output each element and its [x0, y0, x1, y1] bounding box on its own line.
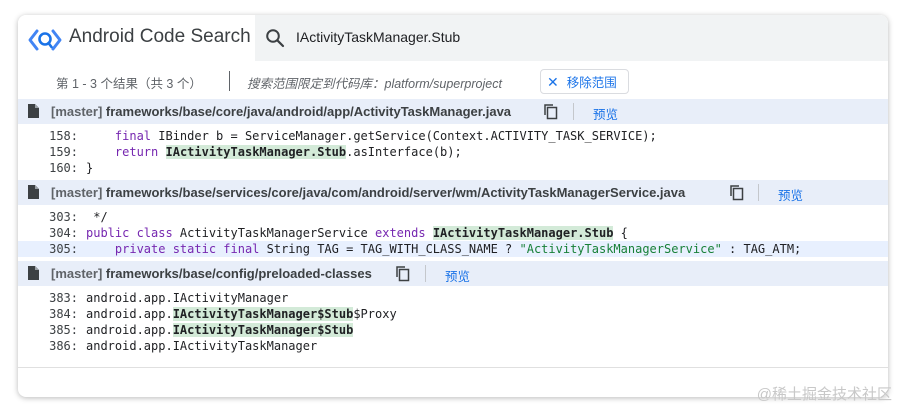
divider	[18, 367, 888, 368]
line-number[interactable]: 384:	[18, 306, 86, 322]
branch-label: [master]	[51, 185, 103, 200]
copy-icon[interactable]	[729, 184, 745, 201]
file-header: [master] frameworks/base/config/preloade…	[18, 261, 888, 286]
clear-scope-label: 移除范围	[566, 76, 617, 90]
app-window: Android Code Search IActivityTaskManager…	[18, 15, 888, 397]
search-icon[interactable]	[265, 28, 285, 48]
code-line[interactable]: 385: android.app.IActivityTaskManager$Stu…	[18, 322, 888, 338]
divider	[229, 71, 230, 91]
clear-scope-button[interactable]: ✕ 移除范围	[540, 69, 629, 94]
file-icon	[28, 185, 39, 199]
line-number[interactable]: 159:	[18, 144, 86, 160]
code-token: $Proxy	[353, 307, 397, 321]
code-line[interactable]: 384: android.app.IActivityTaskManager$Stu…	[18, 306, 888, 322]
results-bar: 第 1 - 3 个结果（共 3 个） 搜索范围限定到代码库：platform/s…	[18, 65, 888, 99]
line-number[interactable]: 158:	[18, 128, 86, 144]
code-token: .asInterface(b);	[346, 145, 462, 159]
file-header: [master] frameworks/base/core/java/andro…	[18, 99, 888, 124]
app-title[interactable]: Android Code Search	[69, 26, 251, 48]
code-snippet: 303: */304: public class ActivityTaskMana…	[18, 205, 888, 261]
code-line[interactable]: 304: public class ActivityTaskManagerServ…	[18, 225, 888, 241]
file-path-link[interactable]: [master] frameworks/base/core/java/andro…	[51, 104, 511, 119]
code-token: */	[86, 210, 108, 224]
logo[interactable]	[28, 27, 62, 53]
code-snippet: 158: final IBinder b = ServiceManager.ge…	[18, 124, 888, 180]
line-number[interactable]: 305:	[18, 241, 86, 257]
code-token: android.app.IActivityTaskManager	[86, 339, 318, 353]
code-line[interactable]: 383: android.app.IActivityManager	[18, 290, 888, 306]
code-token: }	[86, 161, 94, 175]
scope-text: 搜索范围限定到代码库：platform/superproject	[247, 77, 502, 91]
file-path[interactable]: frameworks/base/services/core/java/com/a…	[106, 185, 685, 200]
file-path-link[interactable]: [master] frameworks/base/config/preloade…	[51, 266, 372, 281]
code-token: final	[114, 129, 152, 143]
preview-link[interactable]: 预览	[445, 266, 470, 285]
code-snippet: 383: android.app.IActivityManager 384: andr…	[18, 286, 888, 358]
code-line[interactable]: 303: */	[18, 209, 888, 225]
code-token: public class	[86, 226, 173, 240]
search-match: IActivityTaskManager$Stub	[172, 323, 354, 337]
code-line[interactable]: 159: return IActivityTaskManager.Stub.as…	[18, 144, 888, 160]
code-token: android.app.	[86, 307, 173, 321]
search-box[interactable]: IActivityTaskManager.Stub	[255, 15, 888, 61]
branch-label: [master]	[51, 266, 103, 281]
file-path-link[interactable]: [master] frameworks/base/services/core/j…	[51, 185, 685, 200]
copy-icon[interactable]	[543, 103, 559, 120]
results-list: [master] frameworks/base/core/java/andro…	[18, 99, 888, 358]
line-number[interactable]: 386:	[18, 338, 86, 354]
watermark: @稀土掘金技术社区	[756, 386, 892, 403]
code-token: android.app.	[86, 323, 173, 337]
line-number[interactable]: 160:	[18, 160, 86, 176]
code-search-logo-icon	[28, 29, 62, 51]
code-token: IBinder b = ServiceManager.getService(Co…	[151, 129, 657, 143]
code-token: : TAG_ATM;	[721, 242, 802, 256]
copy-icon[interactable]	[395, 265, 411, 282]
code-token: "ActivityTaskManagerService"	[519, 242, 722, 256]
top-bar: Android Code Search IActivityTaskManager…	[18, 15, 888, 65]
branch-label: [master]	[51, 104, 103, 119]
file-path[interactable]: frameworks/base/core/java/android/app/Ac…	[106, 104, 511, 119]
line-number[interactable]: 383:	[18, 290, 86, 306]
search-match: IActivityTaskManager.Stub	[432, 226, 614, 240]
line-number[interactable]: 303:	[18, 209, 86, 225]
code-token: extends	[375, 226, 426, 240]
code-line[interactable]: 158: final IBinder b = ServiceManager.ge…	[18, 128, 888, 144]
code-token: ActivityTaskManagerService	[172, 226, 375, 240]
preview-link[interactable]: 预览	[593, 104, 618, 123]
code-token: {	[613, 226, 628, 240]
line-number[interactable]: 304:	[18, 225, 86, 241]
preview-link[interactable]: 预览	[778, 185, 803, 204]
file-header: [master] frameworks/base/services/core/j…	[18, 180, 888, 205]
code-line[interactable]: 386: android.app.IActivityTaskManager	[18, 338, 888, 354]
search-match: IActivityTaskManager$Stub	[172, 307, 354, 321]
file-icon	[28, 104, 39, 118]
file-icon	[28, 266, 39, 280]
line-number[interactable]: 385:	[18, 322, 86, 338]
search-match: IActivityTaskManager.Stub	[165, 145, 347, 159]
code-line[interactable]: 305: private static final String TAG = T…	[18, 241, 888, 257]
search-input[interactable]: IActivityTaskManager.Stub	[296, 29, 460, 45]
file-path[interactable]: frameworks/base/config/preloaded-classes	[106, 266, 372, 281]
code-token: String TAG = TAG_WITH_CLASS_NAME ?	[259, 242, 520, 256]
close-icon: ✕	[547, 73, 559, 90]
result-block: [master] frameworks/base/config/preloade…	[18, 261, 888, 358]
results-count: 第 1 - 3 个结果（共 3 个）	[56, 77, 202, 91]
code-token: android.app.IActivityManager	[86, 291, 289, 305]
code-token: private static final	[114, 242, 260, 256]
result-block: [master] frameworks/base/core/java/andro…	[18, 99, 888, 180]
code-line[interactable]: 160:}	[18, 160, 888, 176]
divider	[425, 265, 426, 282]
divider	[573, 103, 574, 120]
code-token: return	[114, 145, 159, 159]
result-block: [master] frameworks/base/services/core/j…	[18, 180, 888, 261]
divider	[758, 184, 759, 201]
